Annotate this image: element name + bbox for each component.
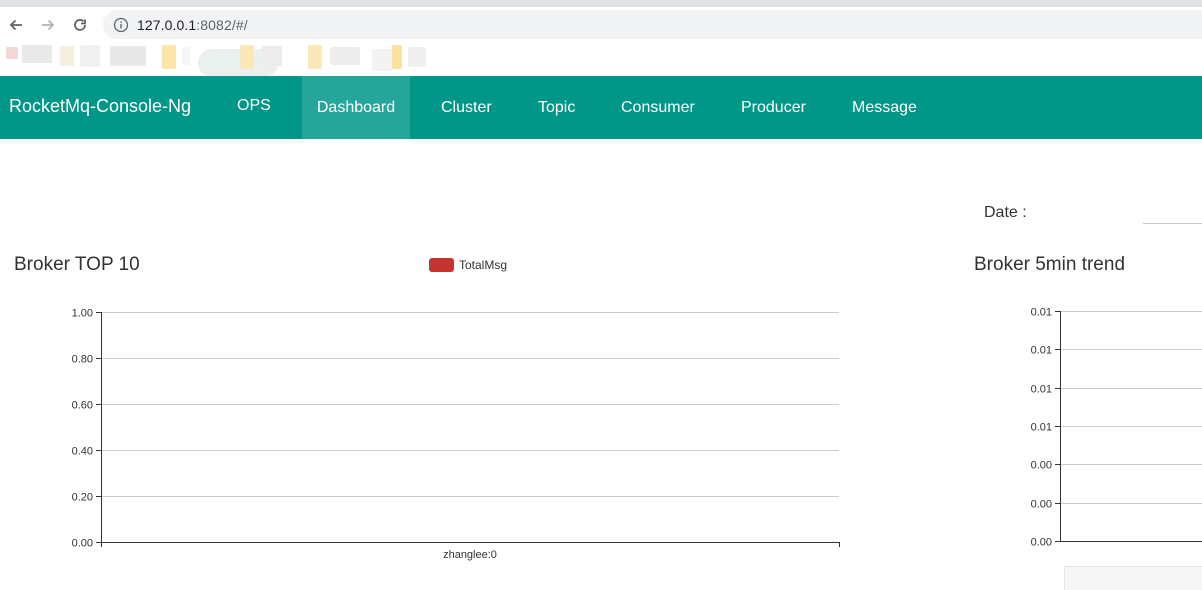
nav-item-cluster[interactable]: Cluster <box>441 76 492 139</box>
date-input[interactable] <box>1143 202 1202 224</box>
nav-item-topic[interactable]: Topic <box>538 76 575 139</box>
nav-item-message[interactable]: Message <box>852 76 917 139</box>
address-bar[interactable]: 127.0.0.1:8082/#/ <box>103 10 1202 39</box>
broker-trend-chart: 0.01 0.01 0.01 0.01 0.00 0.00 0.00 <box>1031 307 1202 549</box>
y-tick-label: 0.00 <box>1031 499 1052 511</box>
y-tick-label: 0.40 <box>72 446 93 458</box>
y-tick-label: 0.01 <box>1031 307 1052 319</box>
browser-toolbar: 127.0.0.1:8082/#/ <box>0 7 1202 41</box>
y-tick-label: 0.20 <box>72 492 93 504</box>
y-tick-label: 0.80 <box>72 354 93 366</box>
y-tick-label: 0.01 <box>1031 345 1052 357</box>
y-tick-label: 0.01 <box>1031 384 1052 396</box>
info-icon[interactable] <box>113 17 129 33</box>
nav-item-dashboard[interactable]: Dashboard <box>302 76 410 139</box>
y-tick-label: 0.00 <box>72 538 93 550</box>
back-icon[interactable] <box>6 15 26 35</box>
bookmarks-bar <box>0 41 1202 77</box>
chart-footer-box <box>1064 566 1202 590</box>
nav-item-producer[interactable]: Producer <box>741 76 806 139</box>
forward-icon[interactable] <box>38 15 58 35</box>
nav-item-consumer[interactable]: Consumer <box>621 76 695 139</box>
x-tick-label: zhanglee:0 <box>443 549 497 561</box>
y-tick-label: 0.01 <box>1031 422 1052 434</box>
reload-icon[interactable] <box>70 15 90 35</box>
y-tick-label: 1.00 <box>72 308 93 320</box>
legend-swatch <box>429 258 454 272</box>
broker-trend-title: Broker 5min trend <box>974 254 1126 275</box>
browser-tab-strip <box>0 0 1202 7</box>
y-tick-label: 0.60 <box>72 400 93 412</box>
url-text: 127.0.0.1:8082/#/ <box>137 16 248 33</box>
y-tick-label: 0.00 <box>1031 537 1052 549</box>
broker-top10-chart: 0.00 0.20 0.40 0.60 0.80 1.00 zhanglee:0 TotalM… <box>72 258 840 561</box>
y-tick-label: 0.00 <box>1031 460 1052 472</box>
legend-label: TotalMsg <box>459 258 507 272</box>
brand-logo[interactable]: RocketMq-Console-Ng <box>9 96 191 117</box>
date-label: Date : <box>984 204 1027 221</box>
nav-item-ops[interactable]: OPS <box>237 76 271 139</box>
app-navbar: RocketMq-Console-Ng OPS Dashboard Cluste… <box>0 76 1202 139</box>
